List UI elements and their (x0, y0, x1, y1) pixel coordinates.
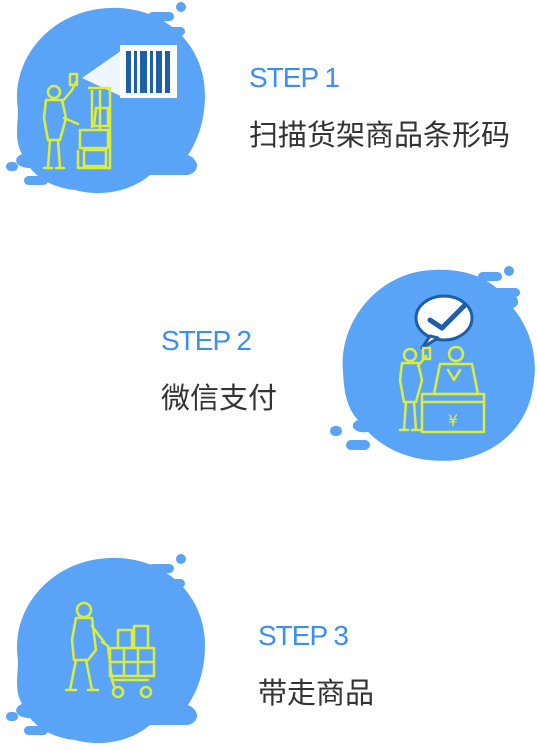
step-2-title: STEP 2 (161, 325, 252, 356)
scan-barcode-icon (6, 2, 205, 194)
step-3-title: STEP 3 (258, 620, 349, 651)
step-1-title: STEP 1 (249, 62, 340, 93)
currency-symbol: ¥ (448, 411, 458, 430)
step-1-description: 扫描货架商品条形码 (249, 118, 511, 152)
step-2-description: 微信支付 (161, 381, 278, 415)
step-3-description: 带走商品 (258, 676, 375, 710)
shopping-cart-icon (6, 554, 205, 744)
wechat-pay-icon: ¥ (330, 266, 535, 461)
